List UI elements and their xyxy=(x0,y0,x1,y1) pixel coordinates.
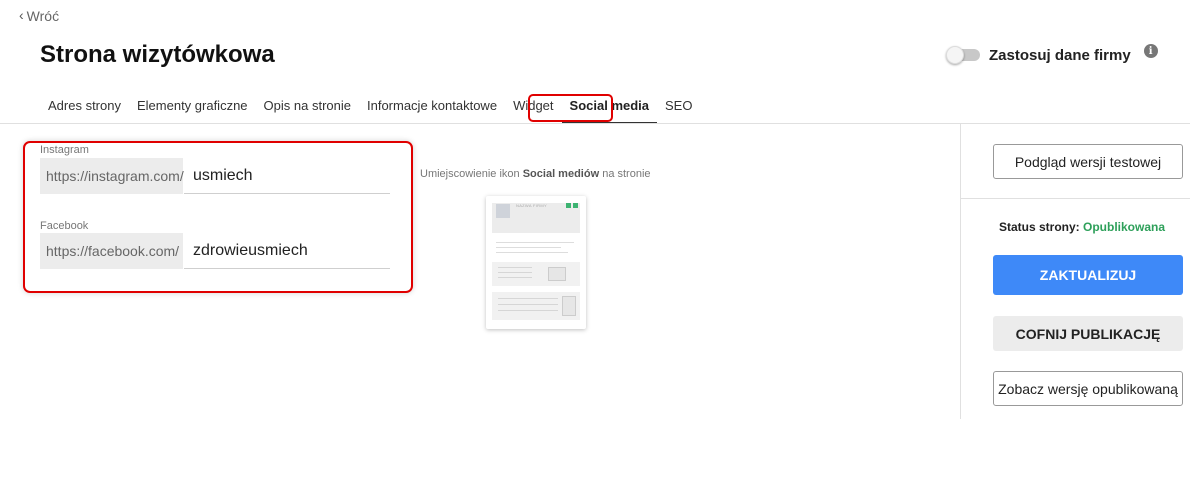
preview-table-icon xyxy=(562,296,576,316)
preview-image-icon xyxy=(548,267,566,281)
preview-text-line xyxy=(498,304,558,305)
instagram-input[interactable] xyxy=(184,158,390,194)
tabs-divider xyxy=(0,123,1190,124)
unpublish-button[interactable]: COFNIJ PUBLIKACJĘ xyxy=(993,316,1183,351)
tab-seo[interactable]: SEO xyxy=(657,90,700,124)
placement-text-before: Umiejscowienie ikon xyxy=(420,168,523,180)
tab-elementy-graficzne[interactable]: Elementy graficzne xyxy=(129,90,256,124)
preview-logo xyxy=(496,204,510,218)
info-icon[interactable]: i xyxy=(1143,44,1158,58)
preview-company-name: NAZWA FIRMY xyxy=(516,203,547,208)
preview-social-icon xyxy=(573,203,578,208)
back-link[interactable]: ‹ Wróć xyxy=(19,7,60,24)
social-icons-placement-preview: NAZWA FIRMY xyxy=(486,196,586,329)
tab-informacje-kontaktowe[interactable]: Informacje kontaktowe xyxy=(359,90,505,124)
tab-opis-na-stronie[interactable]: Opis na stronie xyxy=(256,90,359,124)
facebook-url-prefix: https://facebook.com/ xyxy=(40,233,183,269)
preview-text-line xyxy=(498,267,532,268)
apply-company-data-toggle[interactable] xyxy=(946,46,980,64)
placement-text-after: na stronie xyxy=(599,168,651,180)
preview-text-line xyxy=(498,277,532,278)
preview-test-version-button[interactable]: Podgląd wersji testowej xyxy=(993,144,1183,179)
icon-placement-label: Umiejscowienie ikon Social mediów na str… xyxy=(420,168,651,180)
tab-social-media[interactable]: Social media xyxy=(561,90,658,124)
toggle-label: Zastosuj dane firmy xyxy=(989,46,1131,64)
preview-content-block xyxy=(492,262,580,286)
page-status: Status strony: Opublikowana xyxy=(993,220,1171,234)
update-button[interactable]: ZAKTUALIZUJ xyxy=(993,255,1183,295)
chevron-left-icon: ‹ xyxy=(19,7,24,23)
facebook-label: Facebook xyxy=(40,220,89,232)
instagram-url-prefix: https://instagram.com/ xyxy=(40,158,184,194)
instagram-label: Instagram xyxy=(40,144,89,156)
preview-text-line xyxy=(498,298,558,299)
preview-text-line xyxy=(496,247,561,248)
page-title: Strona wizytówkowa xyxy=(40,41,275,68)
facebook-input[interactable] xyxy=(184,233,390,269)
sidebar-divider xyxy=(960,124,961,419)
preview-text-line xyxy=(498,310,558,311)
preview-social-icon xyxy=(566,203,571,208)
toggle-knob xyxy=(946,46,964,64)
view-published-version-button[interactable]: Zobacz wersję opublikowaną xyxy=(993,371,1183,406)
apply-company-data-toggle-group: Zastosuj dane firmy i xyxy=(946,44,1158,64)
tab-widget[interactable]: Widget xyxy=(505,90,561,124)
tab-adres-strony[interactable]: Adres strony xyxy=(40,90,129,124)
status-value: Opublikowana xyxy=(1083,220,1166,234)
preview-text-line xyxy=(496,252,568,253)
placement-text-bold: Social mediów xyxy=(522,168,600,180)
preview-text-line xyxy=(498,272,532,273)
preview-text-line xyxy=(496,242,574,243)
status-label: Status strony: xyxy=(998,220,1080,234)
tab-bar: Adres strony Elementy graficzne Opis na … xyxy=(40,90,700,124)
sidebar-separator xyxy=(961,198,1190,199)
back-link-label: Wróć xyxy=(26,8,60,24)
